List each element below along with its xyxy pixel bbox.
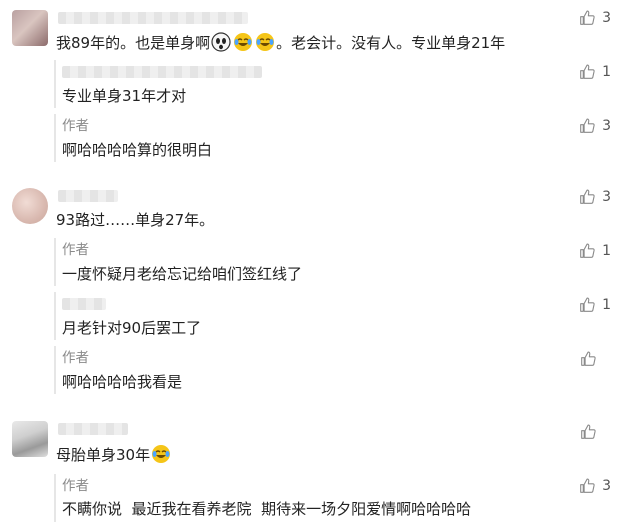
avatar[interactable] — [12, 188, 48, 224]
comment-text: 我89年的。也是单身啊 。老会计。没有人。专业单身21年 — [56, 32, 506, 52]
thumbs-up-icon — [580, 478, 595, 493]
avatar[interactable] — [12, 421, 48, 457]
like-button[interactable]: 3 — [579, 117, 611, 134]
reply-text: 专业单身31年才对 — [62, 87, 187, 105]
thumbs-up-icon — [581, 424, 596, 439]
thumbs-up-icon — [580, 64, 595, 79]
reply-divider — [54, 346, 56, 394]
author-label: 作者 — [62, 118, 89, 134]
laughing-tears-emoji — [233, 32, 253, 52]
comment-text: 93路过……单身27年。 — [56, 211, 215, 229]
author-label: 作者 — [62, 242, 89, 258]
laughing-tears-emoji — [151, 444, 171, 464]
reply-divider — [54, 114, 56, 162]
username[interactable] — [58, 12, 248, 24]
like-button[interactable]: 1 — [579, 296, 611, 313]
reply-divider — [54, 60, 56, 108]
username[interactable] — [58, 190, 118, 202]
like-count: 3 — [602, 9, 611, 26]
like-button[interactable]: 1 — [579, 63, 611, 80]
reply-text: 啊哈哈哈哈我看是 — [62, 373, 183, 391]
thumbs-up-icon — [580, 297, 595, 312]
comment-text: 母胎单身30年 — [56, 444, 172, 465]
like-button[interactable]: 3 — [579, 188, 611, 205]
author-label: 作者 — [62, 478, 89, 494]
laughing-tears-emoji — [255, 32, 275, 52]
reply-text: 月老针对90后罢工了 — [62, 319, 202, 337]
thumbs-up-icon — [580, 10, 595, 25]
avatar[interactable] — [12, 10, 48, 46]
reply-divider — [54, 292, 56, 340]
like-count: 3 — [602, 477, 611, 494]
reply-text: 一度怀疑月老给忘记给咱们签红线了 — [62, 265, 303, 283]
like-button[interactable]: 1 — [579, 242, 611, 259]
like-count: 1 — [602, 242, 611, 259]
reply-text: 不瞒你说 最近我在看养老院 期待来一场夕阳爱情啊哈哈哈哈 — [62, 500, 472, 518]
username[interactable] — [58, 423, 128, 435]
thumbs-up-icon — [580, 118, 595, 133]
like-button[interactable] — [580, 423, 611, 440]
like-count: 3 — [602, 188, 611, 205]
username[interactable] — [62, 66, 262, 78]
like-count: 1 — [602, 296, 611, 313]
like-count: 3 — [602, 117, 611, 134]
reply-divider — [54, 474, 56, 522]
reply-text: 啊哈哈哈哈算的很明白 — [62, 141, 213, 159]
reply-divider — [54, 238, 56, 286]
thumbs-up-icon — [581, 351, 596, 366]
author-label: 作者 — [62, 350, 89, 366]
ghost-face-emoji — [211, 32, 231, 52]
thumbs-up-icon — [580, 243, 595, 258]
like-button[interactable] — [580, 350, 611, 367]
like-button[interactable]: 3 — [579, 9, 611, 26]
like-count: 1 — [602, 63, 611, 80]
thumbs-up-icon — [580, 189, 595, 204]
username[interactable] — [62, 298, 106, 310]
like-button[interactable]: 3 — [579, 477, 611, 494]
